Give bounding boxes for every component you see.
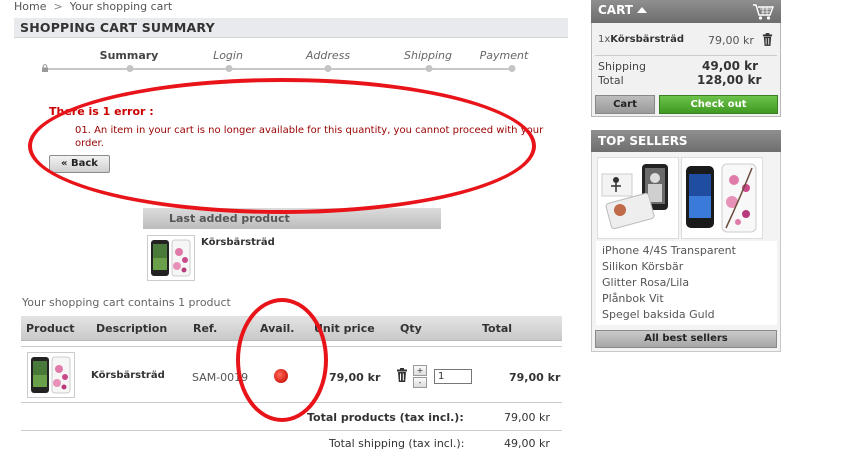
trash-icon[interactable] bbox=[396, 368, 408, 382]
cart-item-image[interactable] bbox=[27, 352, 75, 398]
checkout-button[interactable]: Check out bbox=[659, 95, 778, 114]
step-dot-summary bbox=[126, 65, 134, 72]
top-seller-item[interactable]: Silikon Körsbär bbox=[602, 260, 683, 273]
step-dot-login bbox=[225, 65, 233, 72]
step-summary: Summary bbox=[99, 49, 159, 62]
cart-block-item-qty: 1x bbox=[598, 34, 611, 45]
qty-increase-button[interactable]: + bbox=[413, 365, 427, 376]
qty-decrease-button[interactable]: - bbox=[413, 377, 427, 388]
top-seller-item[interactable]: Plånbok Vit bbox=[602, 292, 664, 305]
total-shipping-value: 49,00 kr bbox=[504, 437, 550, 450]
trash-icon[interactable] bbox=[762, 33, 773, 46]
total-products-label: Total products (tax incl.): bbox=[307, 411, 464, 424]
cart-item-unit-price: 79,00 kr bbox=[329, 371, 381, 384]
top-sellers-title[interactable]: TOP SELLERS bbox=[598, 134, 688, 148]
th-ref: Ref. bbox=[193, 322, 218, 335]
th-total: Total bbox=[482, 322, 513, 335]
step-dot-address bbox=[324, 65, 332, 72]
cart-block-item[interactable]: 1xKörsbärsträd bbox=[598, 34, 684, 45]
page-title: SHOPPING CART SUMMARY bbox=[14, 18, 568, 38]
top-seller-item[interactable]: Spegel baksida Guld bbox=[602, 308, 715, 321]
lock-icon bbox=[42, 64, 48, 72]
cart-block-divider bbox=[595, 55, 777, 56]
cart-total-value: 128,00 kr bbox=[697, 73, 762, 87]
shopping-cart-icon bbox=[753, 4, 774, 20]
step-dot-payment bbox=[508, 65, 516, 72]
step-payment: Payment bbox=[479, 49, 529, 62]
row-divider bbox=[21, 430, 562, 431]
breadcrumb-current: Your shopping cart bbox=[69, 0, 173, 13]
top-seller-item[interactable]: Glitter Rosa/Lila bbox=[602, 276, 689, 289]
annotation-oval-availability bbox=[236, 298, 328, 422]
cart-block-item-name[interactable]: Körsbärsträd bbox=[610, 34, 684, 45]
th-product: Product bbox=[26, 322, 75, 335]
last-added-product-image[interactable] bbox=[147, 235, 195, 281]
th-description: Description bbox=[96, 322, 168, 335]
all-best-sellers-button[interactable]: All best sellers bbox=[595, 330, 777, 348]
annotation-oval-error bbox=[28, 78, 536, 214]
th-qty: Qty bbox=[400, 322, 422, 335]
collapse-arrow-icon[interactable] bbox=[637, 7, 647, 13]
cart-total-label: Total bbox=[598, 74, 624, 87]
top-seller-image[interactable] bbox=[681, 157, 763, 239]
cart-contains-text: Your shopping cart contains 1 product bbox=[22, 296, 231, 309]
cart-shipping-value: 49,00 kr bbox=[702, 59, 759, 73]
cart-shipping-label: Shipping bbox=[598, 60, 646, 73]
breadcrumb-home-link[interactable]: Home bbox=[14, 0, 46, 13]
step-login: Login bbox=[213, 49, 243, 62]
step-address: Address bbox=[305, 49, 351, 62]
top-seller-item[interactable]: iPhone 4/4S Transparent bbox=[602, 244, 736, 257]
step-shipping: Shipping bbox=[404, 49, 452, 62]
cart-block-title[interactable]: CART bbox=[598, 3, 633, 17]
cart-block-item-price: 79,00 kr bbox=[708, 34, 754, 47]
cart-item-description[interactable]: Körsbärsträd bbox=[91, 370, 165, 381]
top-seller-image[interactable] bbox=[597, 157, 679, 239]
cart-item-total: 79,00 kr bbox=[509, 371, 561, 384]
step-dot-shipping bbox=[425, 65, 433, 72]
total-products-value: 79,00 kr bbox=[504, 411, 550, 424]
breadcrumb-separator: > bbox=[53, 0, 63, 13]
total-shipping-label: Total shipping (tax incl.): bbox=[329, 437, 465, 450]
last-added-product-name[interactable]: Körsbärsträd bbox=[201, 237, 275, 248]
breadcrumb: Home > Your shopping cart bbox=[14, 0, 172, 13]
quantity-input[interactable]: 1 bbox=[434, 369, 472, 384]
cart-button[interactable]: Cart bbox=[595, 95, 655, 114]
checkout-steps-line bbox=[44, 68, 512, 70]
